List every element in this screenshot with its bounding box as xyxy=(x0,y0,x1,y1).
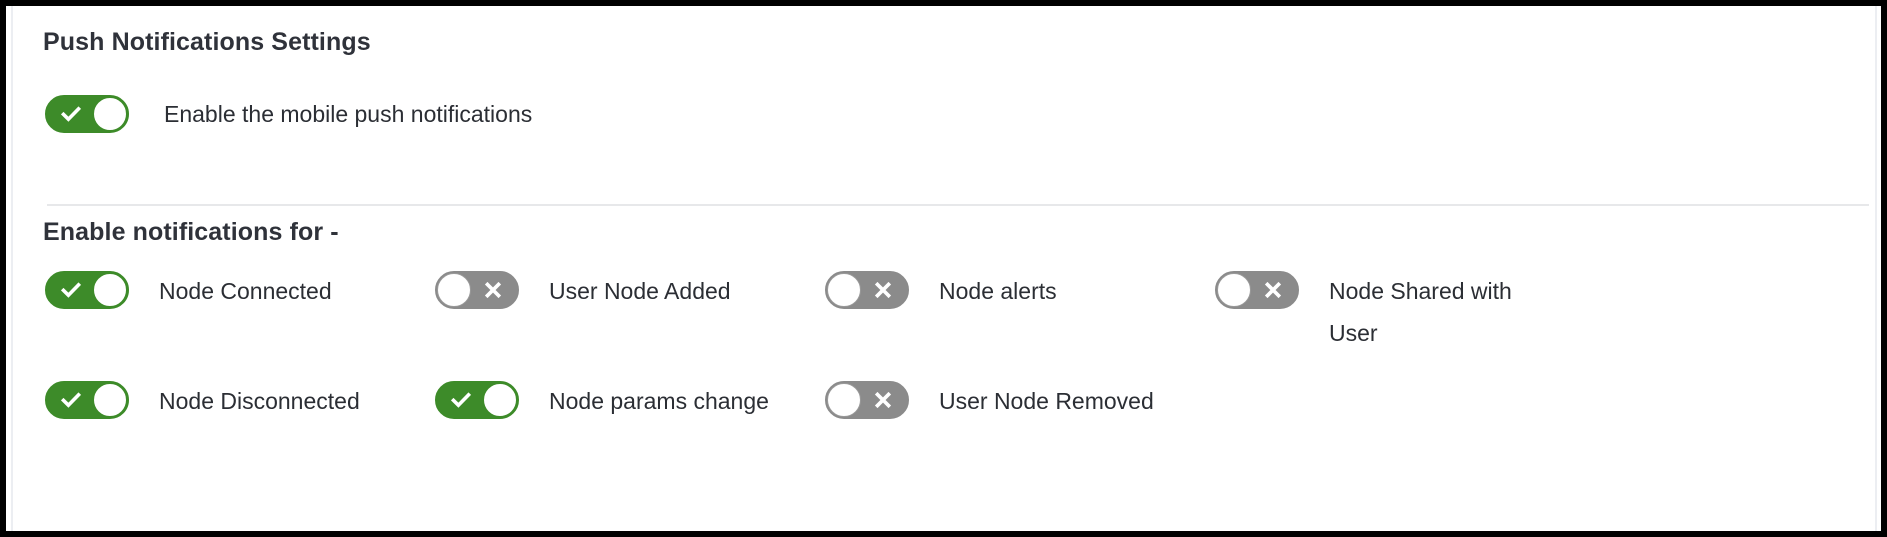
enable-mobile-push-label: Enable the mobile push notifications xyxy=(164,100,533,127)
close-icon xyxy=(470,272,516,308)
notification-toggle-item: Node Shared with User xyxy=(1215,270,1545,354)
toggle-knob xyxy=(827,273,861,307)
notification-toggle-item: Node Disconnected xyxy=(45,380,435,422)
notification-toggle-row: Node Disconnected Node params change User … xyxy=(45,380,1877,422)
toggle-node-shared-with-user[interactable] xyxy=(1215,271,1299,309)
toggle-knob xyxy=(437,273,471,307)
notification-toggle-item: Node alerts xyxy=(825,270,1215,312)
toggle-node-params-change[interactable] xyxy=(435,381,519,419)
toggle-user-node-removed[interactable] xyxy=(825,381,909,419)
notification-toggle-item: User Node Removed xyxy=(825,380,1215,422)
settings-card: Push Notifications Settings Enable the m… xyxy=(11,6,1877,531)
toggle-knob xyxy=(93,383,127,417)
toggle-knob xyxy=(93,273,127,307)
close-icon xyxy=(860,272,906,308)
section-divider xyxy=(47,204,1869,206)
check-icon xyxy=(48,382,94,418)
notification-toggle-row: Node Connected User Node Added Node alerts… xyxy=(45,270,1877,354)
notification-toggle-label: Node Disconnected xyxy=(159,388,360,414)
toggle-knob xyxy=(827,383,861,417)
toggle-knob xyxy=(93,97,127,131)
notification-toggle-item: Node params change xyxy=(435,380,825,422)
notification-toggle-label: User Node Added xyxy=(549,278,731,304)
close-icon xyxy=(1250,272,1296,308)
notification-toggle-item: Node Connected xyxy=(45,270,435,312)
close-icon xyxy=(860,382,906,418)
toggle-node-connected[interactable] xyxy=(45,271,129,309)
settings-card-content: Push Notifications Settings Enable the m… xyxy=(43,6,1869,531)
push-notifications-section-title: Push Notifications Settings xyxy=(43,28,371,56)
enable-mobile-push-toggle[interactable] xyxy=(45,95,129,133)
notification-toggle-item: User Node Added xyxy=(435,270,825,312)
notification-toggle-label: Node params change xyxy=(549,388,769,414)
notification-toggle-label: Node Connected xyxy=(159,278,332,304)
notification-toggle-label: Node Shared with User xyxy=(1329,278,1512,346)
check-icon xyxy=(438,382,484,418)
notification-toggle-label: User Node Removed xyxy=(939,388,1154,414)
toggle-node-disconnected[interactable] xyxy=(45,381,129,419)
notification-toggle-label: Node alerts xyxy=(939,278,1057,304)
toggle-node-alerts[interactable] xyxy=(825,271,909,309)
enable-notifications-section-title: Enable notifications for - xyxy=(43,218,339,246)
toggle-knob xyxy=(1217,273,1251,307)
check-icon xyxy=(48,272,94,308)
toggle-knob xyxy=(483,383,517,417)
push-notifications-settings-screen: Push Notifications Settings Enable the m… xyxy=(0,0,1887,537)
check-icon xyxy=(48,96,94,132)
notification-toggles-grid: Node Connected User Node Added Node alerts… xyxy=(45,270,1877,448)
enable-mobile-push-row: Enable the mobile push notifications xyxy=(45,95,532,133)
toggle-user-node-added[interactable] xyxy=(435,271,519,309)
